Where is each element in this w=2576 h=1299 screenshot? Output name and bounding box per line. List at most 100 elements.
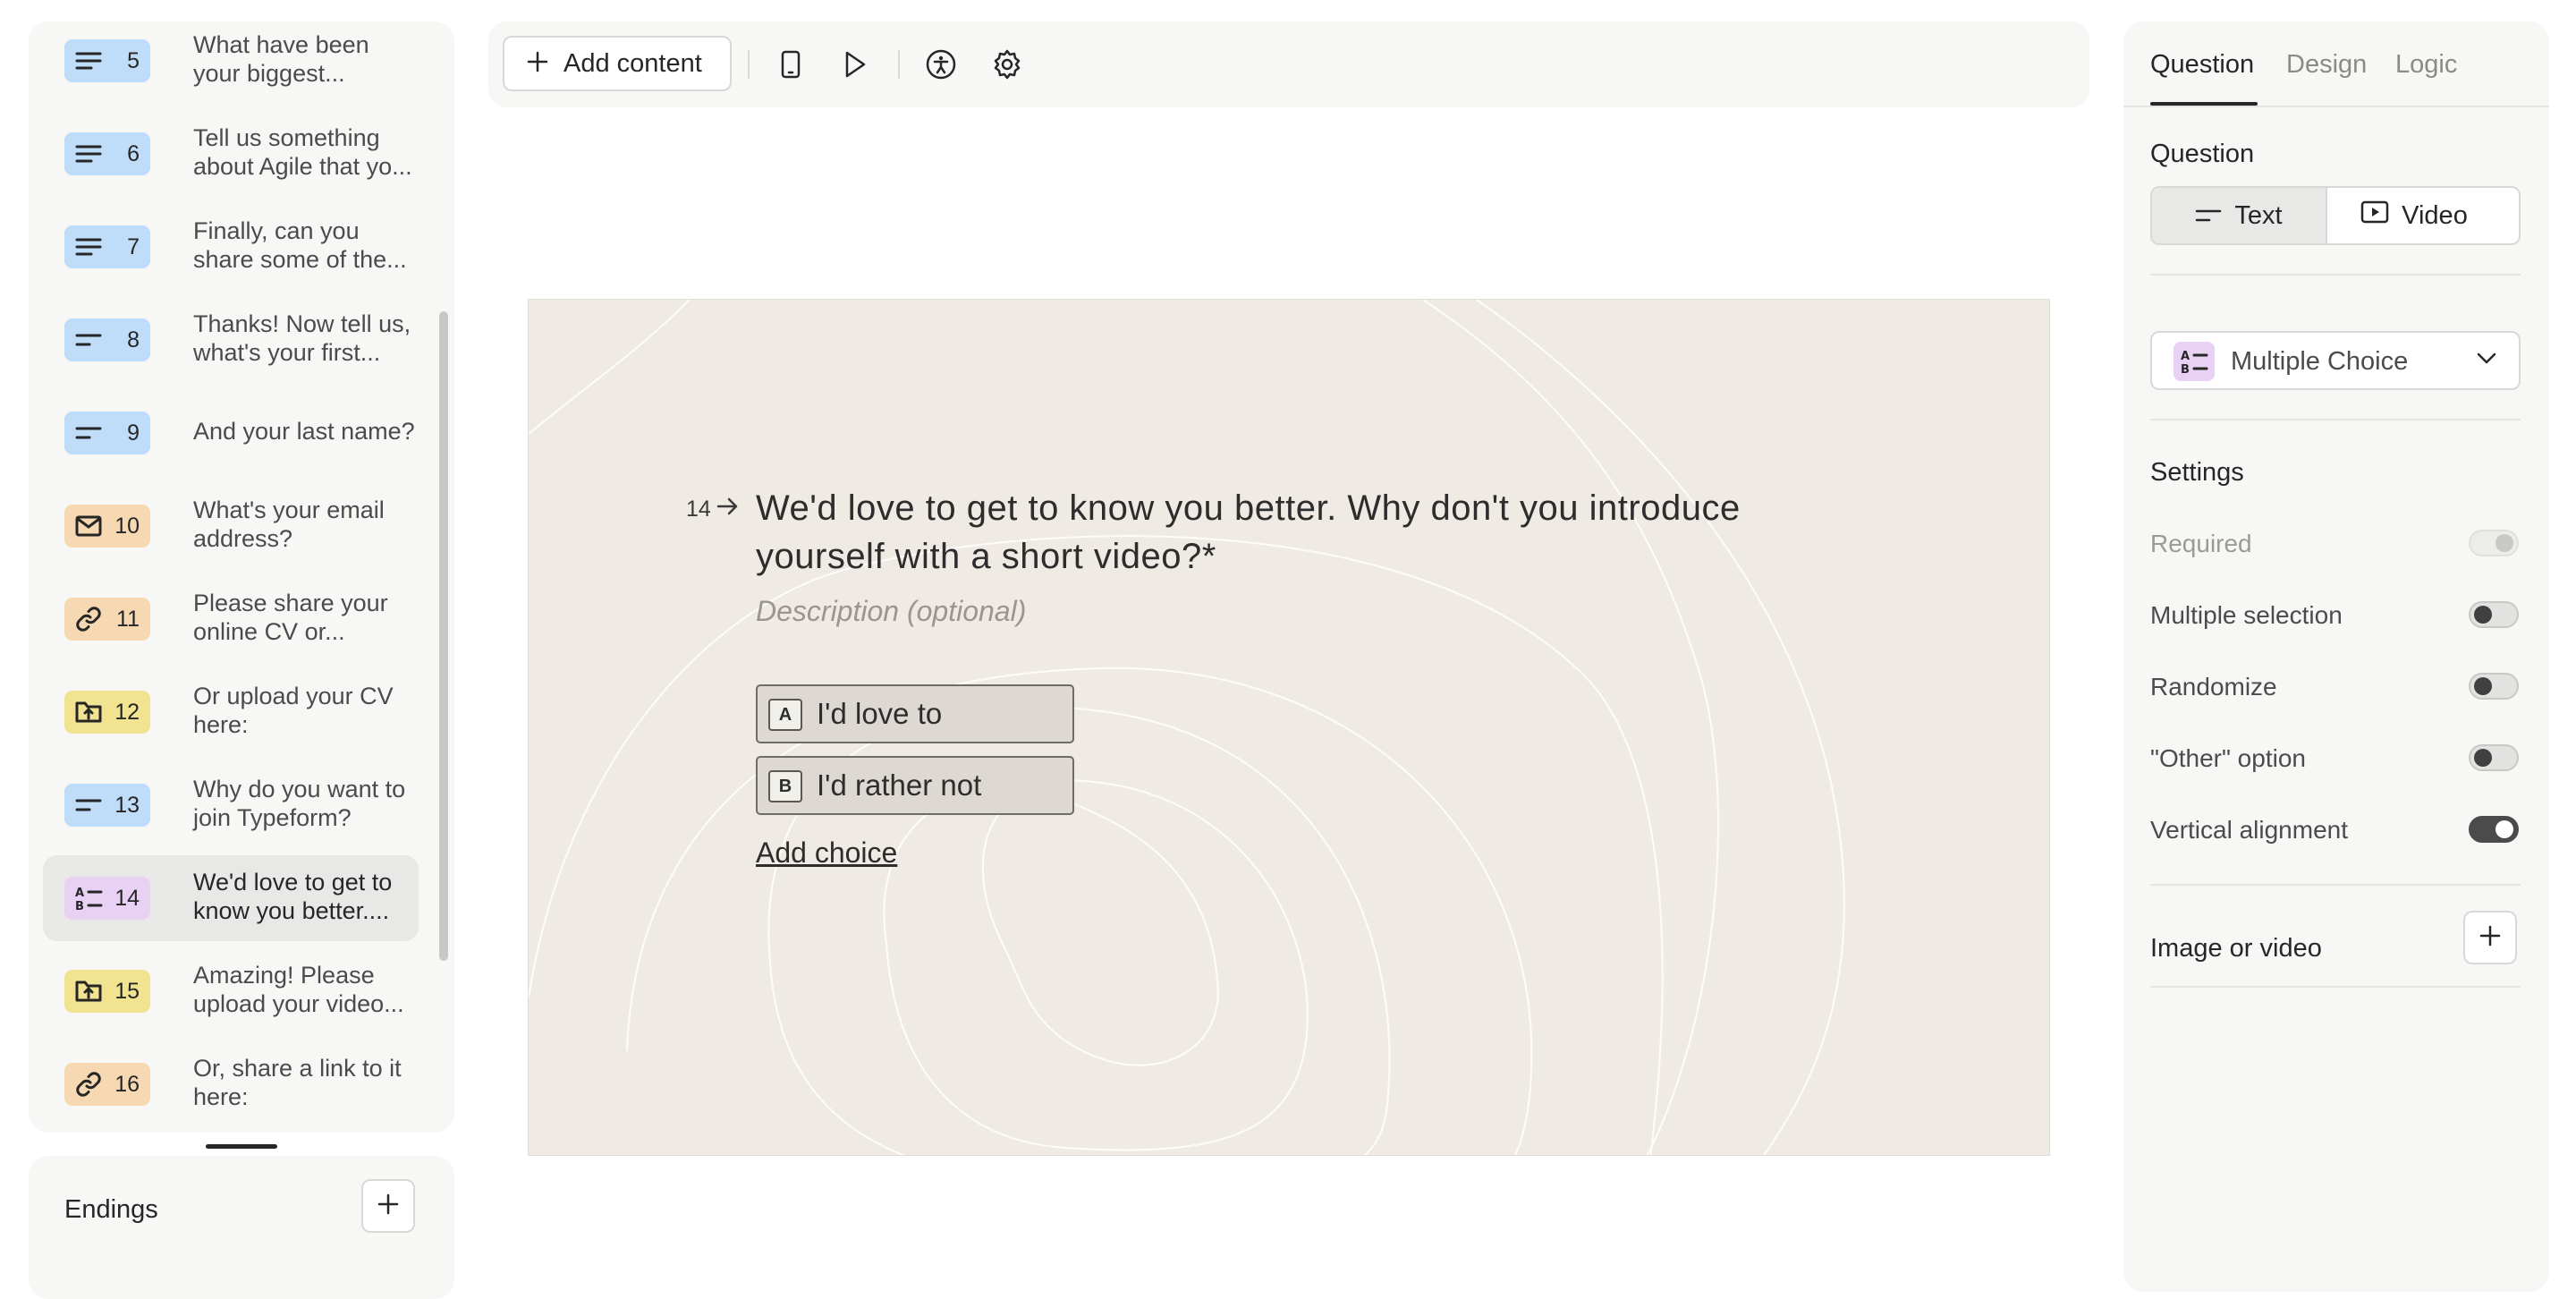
multiple-choice-icon: AB [73, 883, 104, 913]
question-list-item[interactable]: 12 Or upload your CV here: [43, 669, 419, 755]
question-text: Amazing! Please upload your video... [193, 962, 404, 1017]
setting-vertical-alignment-label: Vertical alignment [2150, 816, 2349, 844]
question-number-label: 14 [686, 497, 740, 522]
section-divider [2150, 986, 2521, 988]
question-text: What have been your biggest... [193, 31, 369, 87]
mobile-preview-icon[interactable] [769, 43, 812, 86]
toggle-knob [2474, 749, 2492, 767]
question-description-input[interactable]: Description (optional) [756, 595, 1026, 628]
mail-icon [73, 511, 104, 541]
format-text-label: Text [2234, 200, 2283, 230]
question-type-badge: 15 [64, 970, 150, 1013]
file-upload-icon [73, 976, 104, 1006]
add-choice-link[interactable]: Add choice [756, 836, 897, 870]
endings-label: Endings [64, 1195, 158, 1224]
vertical-alignment-toggle[interactable] [2469, 816, 2519, 843]
question-number: 7 [127, 233, 140, 259]
panel-resize-handle[interactable] [206, 1144, 277, 1149]
question-list-item[interactable]: 6 Tell us something about Agile that yo.… [43, 111, 419, 197]
format-video-label: Video [2402, 200, 2468, 230]
setting-randomize-label: Randomize [2150, 673, 2277, 700]
multiple-selection-toggle[interactable] [2469, 601, 2519, 628]
question-section-heading: Question [2150, 140, 2255, 168]
toolbar-divider [748, 50, 750, 79]
tab-question[interactable]: Question [2150, 50, 2254, 80]
format-video-option[interactable]: Video [2327, 188, 2501, 243]
question-list-item[interactable]: 13 Why do you want to join Typeform? [43, 762, 419, 848]
format-text-option[interactable]: Text [2152, 188, 2326, 243]
question-type-label: Multiple Choice [2231, 347, 2409, 376]
question-number: 10 [114, 513, 140, 539]
add-image-video-button[interactable] [2463, 911, 2517, 964]
section-divider [2150, 884, 2521, 886]
question-text: Thanks! Now tell us, what's your first..… [193, 310, 411, 366]
svg-text:B: B [2181, 363, 2190, 375]
question-list-item[interactable]: 7 Finally, can you share some of the... [43, 204, 419, 290]
question-list-item[interactable]: 8 Thanks! Now tell us, what's your first… [43, 297, 419, 383]
question-text: What's your email address? [193, 497, 385, 552]
question-text: Why do you want to join Typeform? [193, 776, 406, 831]
toggle-knob [2496, 534, 2513, 552]
question-number-value: 14 [686, 497, 711, 522]
svg-text:B: B [75, 900, 84, 912]
question-list-scrollbar[interactable] [439, 311, 448, 961]
question-type-badge: 7 [64, 225, 150, 268]
play-preview-icon[interactable] [834, 43, 877, 86]
choice-label: I'd rather not [817, 768, 982, 802]
text-lines-icon [73, 232, 104, 262]
question-list-item[interactable]: 11 Please share your online CV or... [43, 576, 419, 662]
section-divider [2150, 419, 2521, 420]
multiple-choice-icon: AB [2174, 342, 2215, 381]
gear-icon[interactable] [986, 43, 1029, 86]
add-content-button[interactable]: Add content [503, 36, 732, 91]
choice-key: A [768, 699, 802, 731]
question-title-input[interactable]: We'd love to get to know you better. Why… [756, 484, 1829, 581]
text-lines-icon [73, 46, 104, 76]
text-lines-icon [73, 139, 104, 169]
setting-other-option-label: "Other" option [2150, 744, 2306, 772]
question-type-select[interactable]: AB Multiple Choice [2150, 331, 2521, 390]
question-list-item[interactable]: 16 Or, share a link to it here: [43, 1041, 419, 1127]
question-list-item[interactable]: 5 What have been your biggest... [43, 21, 419, 104]
question-number: 5 [127, 47, 140, 73]
accessibility-icon[interactable] [919, 43, 962, 86]
question-list-item[interactable]: 15 Amazing! Please upload your video... [43, 948, 419, 1034]
add-content-label: Add content [564, 48, 702, 78]
plus-icon [2479, 924, 2502, 952]
tab-logic[interactable]: Logic [2395, 50, 2457, 80]
question-number: 6 [127, 140, 140, 166]
top-toolbar: Add content [488, 21, 2089, 107]
question-text: Or, share a link to it here: [193, 1055, 402, 1110]
question-text: Finally, can you share some of the... [193, 217, 407, 273]
question-number: 9 [127, 420, 140, 446]
question-list-item[interactable]: 10 What's your email address? [43, 483, 419, 569]
question-type-badge: 5 [64, 39, 150, 82]
choice-option[interactable]: A I'd love to [756, 684, 1074, 743]
short-text-icon [73, 325, 104, 355]
choice-option[interactable]: B I'd rather not [756, 756, 1074, 815]
randomize-toggle[interactable] [2469, 673, 2519, 700]
short-text-icon [2195, 201, 2222, 231]
tab-design[interactable]: Design [2286, 50, 2367, 80]
question-list-item[interactable]: 9 And your last name? [43, 390, 419, 476]
section-divider [2150, 274, 2521, 276]
question-number: 11 [116, 606, 140, 632]
image-or-video-label: Image or video [2150, 934, 2322, 963]
question-text: Please share your online CV or... [193, 590, 388, 645]
question-number: 8 [127, 327, 140, 352]
plus-icon [377, 1193, 400, 1220]
other-option-toggle[interactable] [2469, 744, 2519, 771]
link-icon [73, 1069, 104, 1099]
setting-required-label: Required [2150, 530, 2252, 557]
question-type-badge: 10 [64, 505, 150, 548]
required-toggle[interactable] [2469, 530, 2519, 556]
question-type-badge: 11 [64, 598, 150, 641]
short-text-icon [73, 790, 104, 820]
add-ending-button[interactable] [361, 1179, 415, 1233]
question-text: And your last name? [193, 418, 415, 445]
question-list-item-selected[interactable]: AB 14 We'd love to get to know you bette… [43, 855, 419, 941]
setting-multiple-selection-label: Multiple selection [2150, 601, 2343, 629]
plus-icon [526, 50, 549, 78]
file-upload-icon [73, 697, 104, 727]
question-type-badge: 12 [64, 691, 150, 734]
